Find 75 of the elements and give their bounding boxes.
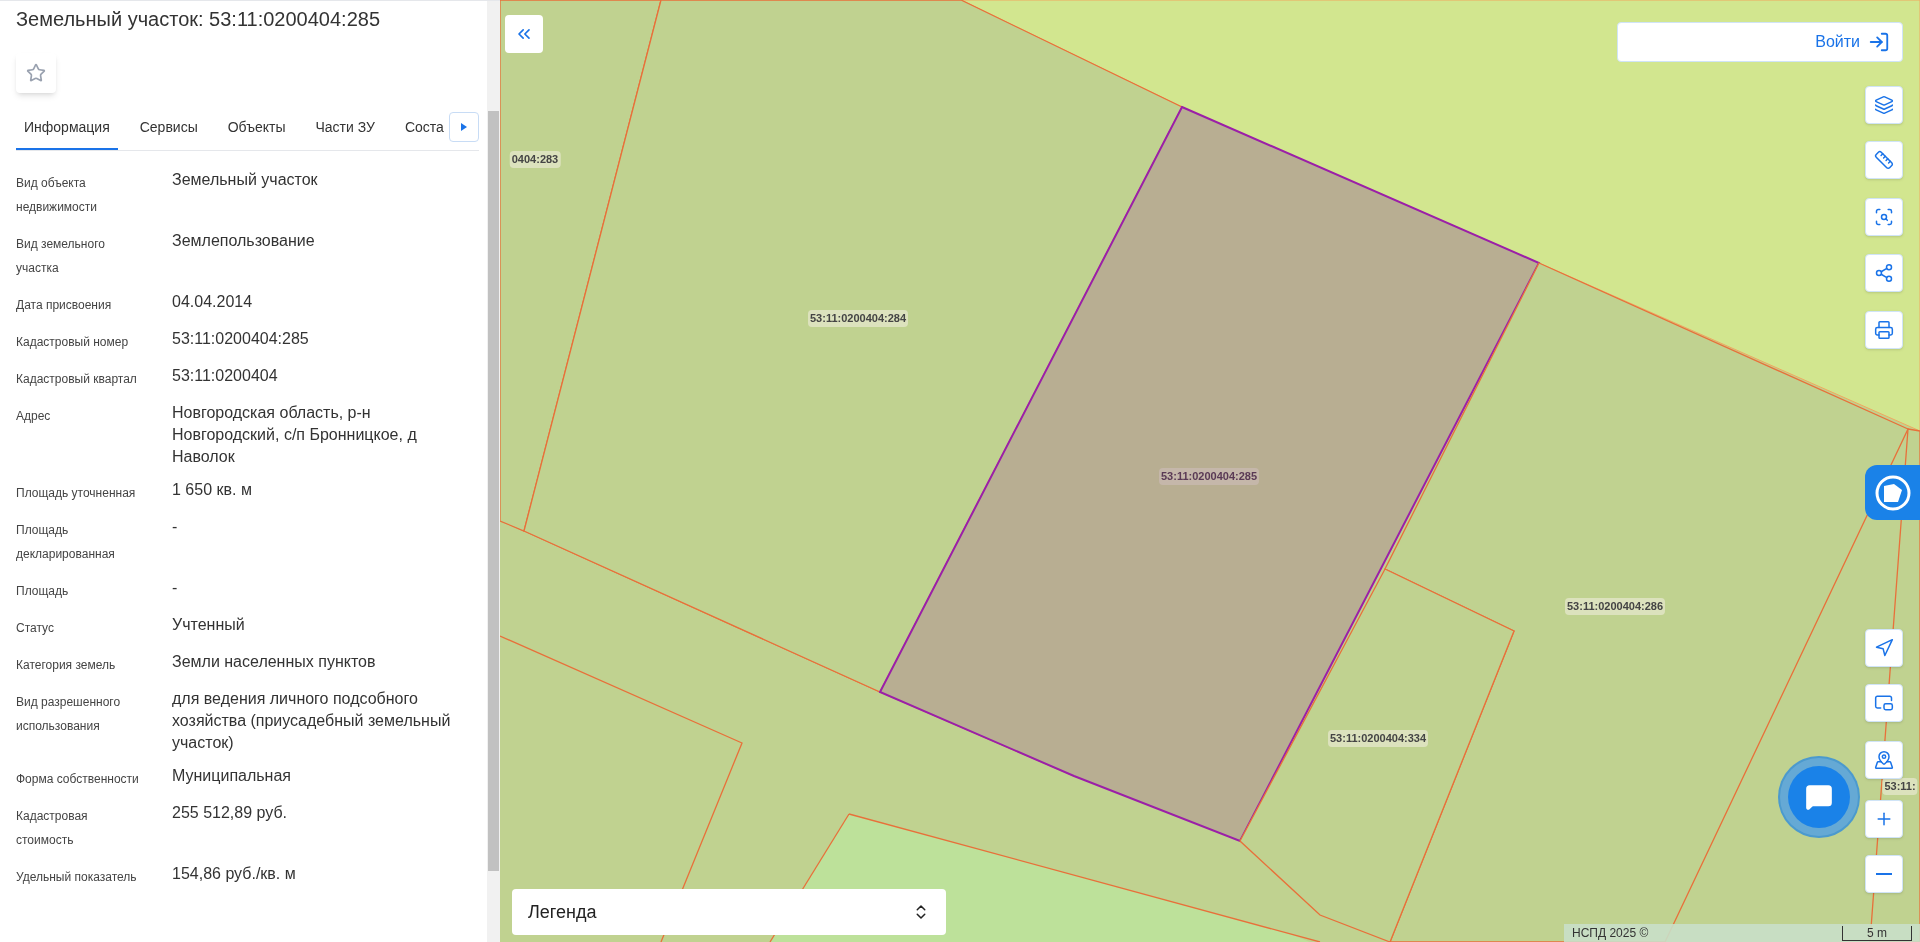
layers-icon xyxy=(1874,95,1894,115)
scale-bar: 5 m xyxy=(1842,925,1912,941)
field-value: 04.04.2014 xyxy=(172,292,254,312)
scrollbar[interactable] xyxy=(487,1,500,942)
speech-bubble-icon xyxy=(1805,783,1833,811)
field-value: для ведения личного подсобного хозяйства (приусадебный земельный участок) xyxy=(172,689,452,753)
parcel-label: 53:11:0200404:285 xyxy=(1159,468,1259,485)
login-icon xyxy=(1868,31,1890,53)
field-value: 53:11:0200404 xyxy=(172,366,279,386)
area-search-icon xyxy=(1874,207,1894,227)
tab[interactable]: Части ЗУ xyxy=(307,107,383,150)
field-value: 1 650 кв. м xyxy=(172,480,253,500)
star-icon xyxy=(26,63,46,83)
side-tab-button[interactable] xyxy=(1865,465,1920,520)
triangle-right-icon xyxy=(461,123,467,131)
minus-icon xyxy=(1876,873,1892,875)
login-button[interactable]: Войти xyxy=(1617,22,1903,62)
ruler-icon xyxy=(1874,150,1894,170)
field-value: 255 512,89 руб. xyxy=(172,803,289,823)
field-value: - xyxy=(172,517,179,537)
map[interactable]: 0404:283 53:11:0200404:284 53:11:0200404:285 53:11:0200404:286 53:11:0200404:334 53:11: Войти Легенда НСПД 2025 © 5 m xyxy=(500,0,1920,942)
printer-icon xyxy=(1874,320,1894,340)
field-label: Адрес xyxy=(16,408,52,425)
field-label: Вид объекта недвижимости xyxy=(16,175,98,216)
field-value: - xyxy=(172,578,179,598)
parcel-label: 53:11:0200404:334 xyxy=(1328,730,1428,747)
field-value: Муниципальная xyxy=(172,766,292,786)
ruler-button[interactable] xyxy=(1865,141,1903,179)
legend-dropdown[interactable]: Легенда xyxy=(512,889,946,935)
field-label: Кадастровая стоимость xyxy=(16,808,89,849)
print-button[interactable] xyxy=(1865,311,1903,349)
location-search-button[interactable] xyxy=(1865,741,1903,779)
field-label: Вид разрешенного использования xyxy=(16,694,122,735)
navigation-arrow-icon xyxy=(1874,638,1894,658)
field-label: Площадь xyxy=(16,583,70,600)
tabs-scroll-button[interactable] xyxy=(449,112,479,142)
minimap-button[interactable] xyxy=(1865,684,1903,722)
tab[interactable]: Соста xyxy=(396,107,452,150)
share-button[interactable] xyxy=(1865,254,1903,292)
map-pin-icon xyxy=(1874,750,1894,770)
parcel-label: 53:11:0200404:286 xyxy=(1565,598,1665,615)
area-search-button[interactable] xyxy=(1865,198,1903,236)
attribution-text: НСПД 2025 © xyxy=(1572,925,1649,942)
field-label: Дата присвоения xyxy=(16,297,113,314)
field-value: Землепользование xyxy=(172,231,316,251)
collapse-panel-button[interactable] xyxy=(505,15,543,53)
field-value: Новгородская область, р-н Новгородский, с/п Бронницкое, д Наволок xyxy=(172,403,418,467)
field-value: Земли населенных пунктов xyxy=(172,652,377,672)
panel-title: Земельный участок: 53:11:0200404:285 xyxy=(16,7,382,32)
zoom-in-button[interactable] xyxy=(1865,800,1903,838)
field-value: 154,86 руб./кв. м xyxy=(172,864,297,884)
navigate-button[interactable] xyxy=(1865,629,1903,667)
field-label: Категория земель xyxy=(16,657,117,674)
field-label: Статус xyxy=(16,620,55,637)
field-label: Форма собственности xyxy=(16,771,140,788)
tab[interactable]: Объекты xyxy=(219,107,294,150)
share-icon xyxy=(1874,263,1894,283)
field-label: Площадь декларированная xyxy=(16,522,116,563)
zoom-out-button[interactable] xyxy=(1865,855,1903,893)
field-label: Площадь уточненная xyxy=(16,485,137,502)
field-value: Учтенный xyxy=(172,615,246,635)
field-value: Земельный участок xyxy=(172,170,319,190)
field-label: Кадастровый квартал xyxy=(16,371,138,388)
field-label: Удельный показатель xyxy=(16,869,138,886)
field-value: 53:11:0200404:285 xyxy=(172,329,310,349)
tab[interactable]: Информация xyxy=(16,107,118,150)
layers-button[interactable] xyxy=(1865,86,1903,124)
parcel-label: 0404:283 xyxy=(509,151,561,168)
favorite-button[interactable] xyxy=(16,53,56,93)
parcel-label: 53:11: xyxy=(1882,778,1918,795)
field-label: Кадастровый номер xyxy=(16,334,130,351)
parcel-label: 53:11:0200404:284 xyxy=(808,310,908,327)
tab[interactable]: Сервисы xyxy=(131,107,206,150)
field-label: Вид земельного участка xyxy=(16,236,106,277)
picture-in-picture-icon xyxy=(1874,693,1894,713)
